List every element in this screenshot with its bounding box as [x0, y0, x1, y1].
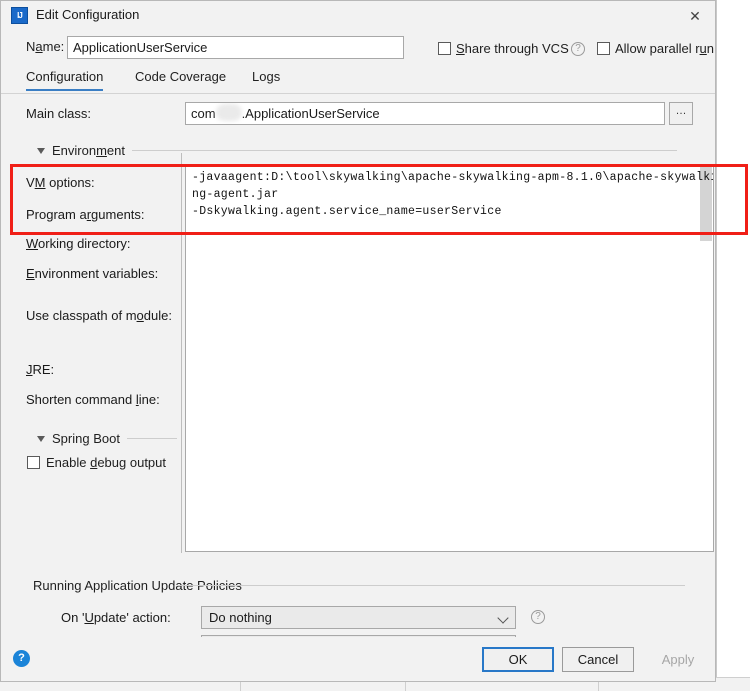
vm-options-textarea[interactable]: -javaagent:D:\tool\skywalking\apache-sky… — [185, 164, 714, 552]
main-class-value-suffix: .ApplicationUserService — [241, 106, 380, 121]
shorten-command-line-label: Shorten command line: — [26, 392, 160, 407]
name-label: Name: — [26, 39, 65, 54]
checkbox-box[interactable] — [438, 42, 451, 55]
spring-boot-section-header[interactable]: Spring Boot — [37, 431, 177, 446]
help-icon[interactable]: ? — [13, 650, 30, 667]
use-classpath-of-module-label: Use classpath of module: — [26, 308, 172, 323]
section-rule — [132, 150, 677, 151]
chevron-down-icon[interactable] — [497, 612, 509, 624]
screenshot-root: app ebS ist Cli rst rst ann Gen IJ Edit … — [0, 0, 750, 691]
intellij-idea-icon: IJ — [11, 7, 28, 24]
chevron-down-icon[interactable] — [37, 435, 45, 442]
group-rule — [178, 585, 685, 586]
tab-configuration[interactable]: Configuration — [26, 69, 104, 91]
chevron-down-icon[interactable] — [37, 147, 45, 154]
vm-options-label: VM options: — [26, 175, 95, 190]
checkbox-box[interactable] — [597, 42, 610, 55]
dialog-footer: ? OK Cancel Apply — [1, 637, 715, 681]
vm-options-line: -Dskywalking.agent.service_name=userServ… — [192, 205, 502, 218]
cancel-button[interactable]: Cancel — [562, 647, 634, 672]
tab-underline — [1, 93, 715, 94]
on-update-action-label: On 'Update' action: — [61, 610, 171, 625]
dialog-title: Edit Configuration — [36, 7, 140, 22]
enable-debug-output-checkbox[interactable]: Enable debug output — [27, 455, 166, 470]
redacted-package-blur — [215, 104, 242, 121]
browse-main-class-button[interactable]: … — [669, 102, 693, 125]
checkbox-box[interactable] — [27, 456, 40, 469]
panel-divider — [181, 153, 182, 553]
allow-parallel-run-checkbox[interactable]: Allow parallel run — [597, 41, 714, 56]
environment-variables-label: Environment variables: — [26, 266, 159, 281]
main-class-label: Main class: — [26, 106, 92, 121]
share-vcs-help-icon[interactable]: ? — [571, 42, 585, 56]
environment-section-header[interactable]: Environment — [37, 143, 677, 158]
on-update-action-value: Do nothing — [209, 610, 272, 625]
configuration-content: Main class: com .ApplicationUserService …… — [1, 96, 715, 656]
share-through-vcs-label: Share through VCS — [456, 41, 569, 56]
main-class-value-prefix: com — [191, 106, 216, 121]
vm-options-line: ng-agent.jar — [192, 188, 279, 201]
apply-button: Apply — [661, 652, 695, 667]
close-icon[interactable]: ✕ — [683, 4, 707, 28]
enable-debug-output-label: Enable debug output — [46, 455, 167, 470]
main-class-input[interactable]: com .ApplicationUserService — [185, 102, 665, 125]
environment-section-label: Environment — [52, 143, 125, 158]
on-update-help-icon[interactable]: ? — [531, 610, 545, 624]
jre-label: JRE: — [26, 362, 55, 377]
name-row: Name: Share through VCS ? Allow parallel… — [1, 33, 715, 63]
on-update-action-select[interactable]: Do nothing — [201, 606, 516, 629]
spring-boot-section-label: Spring Boot — [52, 431, 120, 446]
section-rule — [126, 438, 177, 439]
edit-configuration-dialog: IJ Edit Configuration ✕ Name: Share thro… — [0, 0, 716, 682]
ok-button[interactable]: OK — [482, 647, 554, 672]
vm-options-line: -javaagent:D:\tool\skywalking\apache-sky… — [192, 171, 713, 184]
working-directory-label: Working directory: — [26, 236, 131, 251]
allow-parallel-run-label: Allow parallel run — [615, 41, 715, 56]
tab-logs[interactable]: Logs — [252, 69, 280, 89]
tab-code-coverage[interactable]: Code Coverage — [135, 69, 226, 89]
share-through-vcs-checkbox[interactable]: Share through VCS — [438, 41, 569, 56]
dialog-titlebar: IJ Edit Configuration ✕ — [1, 1, 715, 31]
tab-bar: Configuration Code Coverage Logs — [1, 69, 715, 95]
name-input[interactable] — [67, 36, 404, 59]
program-arguments-label: Program arguments: — [26, 207, 145, 222]
editor-strip: app ebS ist Cli rst rst ann Gen — [716, 0, 750, 691]
